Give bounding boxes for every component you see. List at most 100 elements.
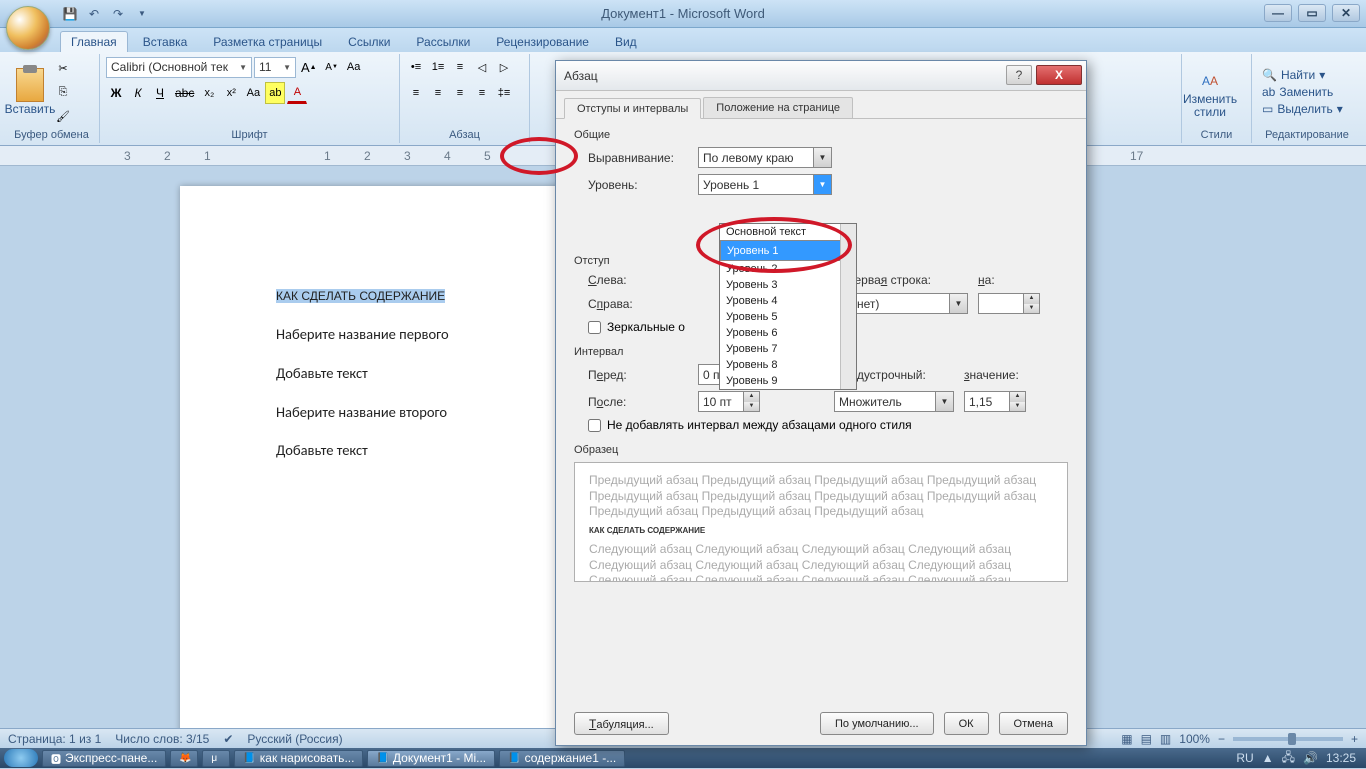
- tray-lang[interactable]: RU: [1236, 751, 1253, 765]
- align-right-icon[interactable]: ≡: [450, 82, 470, 104]
- justify-icon[interactable]: ≡: [472, 82, 492, 104]
- zoom-slider[interactable]: [1233, 737, 1343, 741]
- replace-button[interactable]: abЗаменить: [1258, 84, 1347, 100]
- align-center-icon[interactable]: ≡: [428, 82, 448, 104]
- level-option[interactable]: Уровень 9: [720, 373, 856, 389]
- minimize-button[interactable]: ―: [1264, 4, 1292, 22]
- shrink-font-icon[interactable]: A▼: [322, 56, 342, 78]
- tray-time[interactable]: 13:25: [1326, 751, 1356, 765]
- default-button[interactable]: По умолчанию...: [820, 712, 934, 735]
- after-spinner[interactable]: 10 пт▲▼: [698, 391, 760, 412]
- grow-font-icon[interactable]: A▲: [298, 56, 320, 78]
- taskbar-item[interactable]: 🅾 Экспресс-пане...: [42, 750, 166, 767]
- tab-view[interactable]: Вид: [604, 31, 648, 52]
- tab-insert[interactable]: Вставка: [132, 31, 199, 52]
- no-same-spacing-label: Не добавлять интервал между абзацами одн…: [607, 418, 912, 432]
- multilevel-icon[interactable]: ≡: [450, 56, 470, 78]
- font-size-combo[interactable]: 11▼: [254, 57, 296, 78]
- taskbar-item[interactable]: μ: [202, 750, 230, 767]
- zoom-value[interactable]: 100%: [1179, 732, 1210, 746]
- tab-review[interactable]: Рецензирование: [485, 31, 600, 52]
- numbering-icon[interactable]: 1≡: [428, 56, 448, 78]
- first-line-by-spinner[interactable]: ▲▼: [978, 293, 1040, 314]
- dialog-tab-position[interactable]: Положение на странице: [703, 97, 853, 118]
- copy-icon[interactable]: ⎘: [53, 81, 73, 103]
- taskbar-item[interactable]: 📘 Документ1 - Mi...: [367, 750, 495, 767]
- level-option[interactable]: Основной текст: [720, 224, 856, 240]
- tab-references[interactable]: Ссылки: [337, 31, 401, 52]
- status-page[interactable]: Страница: 1 из 1: [8, 732, 101, 746]
- level-option[interactable]: Уровень 2: [720, 261, 856, 277]
- close-button[interactable]: ✕: [1332, 4, 1360, 22]
- tab-home[interactable]: Главная: [60, 31, 128, 52]
- underline-button[interactable]: Ч: [150, 82, 170, 104]
- increase-indent-icon[interactable]: ▷: [494, 56, 514, 78]
- taskbar-item[interactable]: 🦊: [170, 750, 198, 767]
- line-spacing-select[interactable]: Множитель▼: [834, 391, 954, 412]
- mirror-indents-checkbox[interactable]: [588, 321, 601, 334]
- level-option[interactable]: Уровень 8: [720, 357, 856, 373]
- cut-icon[interactable]: ✂: [53, 57, 73, 79]
- font-name-combo[interactable]: Calibri (Основной тек▼: [106, 57, 252, 78]
- dialog-titlebar[interactable]: Абзац ? X: [556, 61, 1086, 91]
- find-icon: 🔍: [1262, 68, 1277, 82]
- spacing-value-spinner[interactable]: 1,15▲▼: [964, 391, 1026, 412]
- office-button[interactable]: [6, 6, 50, 50]
- clear-format-icon[interactable]: Aa: [344, 56, 364, 78]
- format-painter-icon[interactable]: 🖌: [53, 105, 73, 127]
- level-option[interactable]: Уровень 7: [720, 341, 856, 357]
- zoom-in-icon[interactable]: +: [1351, 732, 1358, 746]
- alignment-select[interactable]: По левому краю▼: [698, 147, 832, 168]
- bullets-icon[interactable]: •≡: [406, 56, 426, 78]
- save-icon[interactable]: 💾: [60, 4, 80, 24]
- zoom-out-icon[interactable]: −: [1218, 732, 1225, 746]
- line-spacing-icon[interactable]: ‡≡: [494, 82, 514, 104]
- paste-button[interactable]: Вставить: [10, 59, 50, 125]
- no-same-spacing-checkbox[interactable]: [588, 419, 601, 432]
- level-option[interactable]: Уровень 1: [720, 240, 856, 261]
- taskbar-item[interactable]: 📘 содержание1 -...: [499, 750, 625, 767]
- level-select[interactable]: Уровень 1▼: [698, 174, 832, 195]
- tray-network-icon[interactable]: 🖧: [1282, 748, 1295, 769]
- decrease-indent-icon[interactable]: ◁: [472, 56, 492, 78]
- level-option[interactable]: Уровень 4: [720, 293, 856, 309]
- change-styles-button[interactable]: AA Изменить стили: [1188, 59, 1232, 125]
- view-read-icon[interactable]: ▤: [1141, 732, 1152, 746]
- ok-button[interactable]: ОК: [944, 712, 989, 735]
- qat-more-icon[interactable]: ▼: [132, 4, 152, 24]
- cancel-button[interactable]: Отмена: [999, 712, 1068, 735]
- dialog-tab-indents[interactable]: Отступы и интервалы: [564, 98, 701, 119]
- level-option[interactable]: Уровень 3: [720, 277, 856, 293]
- change-case-button[interactable]: Aa: [243, 82, 263, 104]
- italic-button[interactable]: К: [128, 82, 148, 104]
- dropdown-scrollbar[interactable]: [840, 224, 856, 389]
- tab-layout[interactable]: Разметка страницы: [202, 31, 333, 52]
- find-button[interactable]: 🔍Найти ▾: [1258, 67, 1347, 83]
- status-words[interactable]: Число слов: 3/15: [115, 732, 209, 746]
- tray-volume-icon[interactable]: 🔊: [1303, 751, 1318, 765]
- strike-button[interactable]: abc: [172, 82, 197, 104]
- tabs-button[interactable]: Табуляция...: [574, 712, 669, 735]
- first-line-select[interactable]: (нет)▼: [848, 293, 968, 314]
- highlight-button[interactable]: ab: [265, 82, 285, 104]
- superscript-button[interactable]: x²: [221, 82, 241, 104]
- dialog-help-button[interactable]: ?: [1006, 65, 1032, 85]
- subscript-button[interactable]: x₂: [199, 82, 219, 104]
- select-button[interactable]: ▭Выделить ▾: [1258, 101, 1347, 117]
- view-print-icon[interactable]: ▦: [1121, 732, 1132, 746]
- level-option[interactable]: Уровень 6: [720, 325, 856, 341]
- font-color-button[interactable]: A: [287, 82, 307, 104]
- redo-icon[interactable]: ↷: [108, 4, 128, 24]
- status-language[interactable]: Русский (Россия): [247, 732, 342, 746]
- bold-button[interactable]: Ж: [106, 82, 126, 104]
- dialog-close-button[interactable]: X: [1036, 65, 1082, 85]
- taskbar-item[interactable]: 📘 как нарисовать...: [234, 750, 363, 767]
- view-web-icon[interactable]: ▥: [1160, 732, 1171, 746]
- undo-icon[interactable]: ↶: [84, 4, 104, 24]
- start-button[interactable]: [4, 749, 38, 767]
- tab-mailings[interactable]: Рассылки: [405, 31, 481, 52]
- align-left-icon[interactable]: ≡: [406, 82, 426, 104]
- tray-chevron-icon[interactable]: ▲: [1262, 751, 1274, 765]
- level-option[interactable]: Уровень 5: [720, 309, 856, 325]
- maximize-button[interactable]: ▭: [1298, 4, 1326, 22]
